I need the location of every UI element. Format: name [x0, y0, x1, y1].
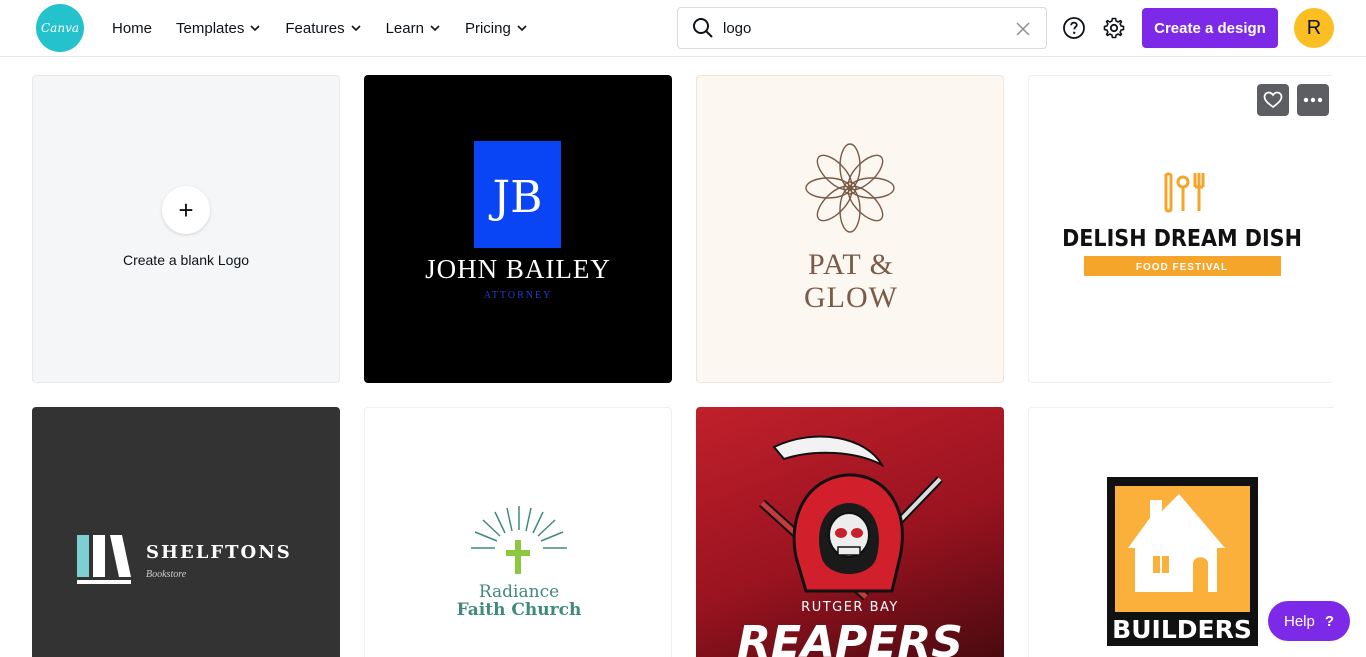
- help-button[interactable]: Help ?: [1268, 601, 1350, 641]
- search-bar: [677, 7, 1047, 49]
- john-bailey-title: JOHN BAILEY: [425, 254, 611, 284]
- help-question-icon: ?: [1324, 612, 1335, 630]
- shelftons-title: SHELFTONS: [146, 542, 292, 563]
- create-blank-logo-card[interactable]: + Create a blank Logo: [32, 75, 340, 383]
- pat-glow-line2: GLOW: [804, 281, 898, 314]
- help-label: Help: [1283, 612, 1315, 630]
- chevron-down-icon: [250, 25, 260, 32]
- avatar[interactable]: R: [1294, 8, 1334, 48]
- monogram-text: JB: [489, 172, 543, 223]
- lotus-mandala-icon: [805, 143, 895, 233]
- shelftons-artwork: SHELFTONS Bookstore: [77, 535, 292, 584]
- template-card-rutger-bay[interactable]: RUTGER BAY REAPERS: [696, 407, 1004, 657]
- delish-subtitle: FOOD FESTIVAL: [1136, 262, 1228, 273]
- cross-icon: [506, 540, 530, 574]
- nav-pricing[interactable]: Pricing: [465, 20, 528, 37]
- chevron-down-icon: [430, 25, 440, 32]
- radiance-line2: Faith Church: [457, 600, 582, 620]
- heart-icon: [1263, 91, 1283, 109]
- template-card-delish-dream-dish[interactable]: DELISH DREAM DISH FOOD FESTIVAL: [1028, 75, 1334, 383]
- nav-home[interactable]: Home: [112, 20, 152, 37]
- nav-templates[interactable]: Templates: [176, 20, 261, 37]
- shelftons-subtitle: Bookstore: [146, 569, 187, 580]
- reaper-mascot-icon: [758, 435, 943, 601]
- john-bailey-artwork: JB JOHN BAILEY ATTORNEY: [425, 141, 611, 301]
- more-icon: [1303, 97, 1323, 103]
- delish-title: DELISH DREAM DISH: [1062, 226, 1302, 252]
- top-header: Canva Home Templates Features Learn Pric…: [0, 0, 1366, 57]
- reapers-line1: RUTGER BAY: [801, 600, 899, 615]
- blank-card-label: Create a blank Logo: [122, 252, 250, 268]
- create-design-button[interactable]: Create a design: [1142, 8, 1278, 48]
- close-icon[interactable]: [1014, 20, 1032, 38]
- main-nav: Home Templates Features Learn Pricing: [112, 0, 552, 56]
- chevron-down-icon: [351, 25, 361, 32]
- plus-icon: +: [162, 186, 210, 234]
- reapers-artwork: RUTGER BAY REAPERS: [737, 435, 963, 657]
- template-card-shelftons[interactable]: SHELFTONS Bookstore: [32, 407, 340, 657]
- search-icon[interactable]: [692, 17, 714, 39]
- favorite-button[interactable]: [1257, 84, 1289, 116]
- radiance-line1: Radiance: [479, 582, 559, 602]
- pat-glow-artwork: PAT & GLOW: [804, 143, 898, 314]
- reapers-line2: REAPERS: [737, 617, 963, 657]
- books-icon: [77, 535, 131, 584]
- nav-learn[interactable]: Learn: [386, 20, 441, 37]
- search-input[interactable]: [723, 19, 993, 37]
- radiance-artwork: Radiance Faith Church: [457, 506, 582, 620]
- gear-icon[interactable]: [1102, 16, 1126, 40]
- question-circle-icon[interactable]: [1062, 16, 1086, 40]
- chevron-down-icon: [517, 25, 527, 32]
- more-options-button[interactable]: [1297, 84, 1329, 116]
- template-card-pat-glow[interactable]: PAT & GLOW: [696, 75, 1004, 383]
- cutlery-icon: [1164, 172, 1205, 213]
- canva-logo[interactable]: Canva: [36, 4, 84, 52]
- pat-glow-line1: PAT &: [808, 248, 894, 281]
- john-bailey-subtitle: ATTORNEY: [484, 290, 553, 301]
- nav-features[interactable]: Features: [285, 20, 361, 37]
- builders-title: BUILDERS: [1112, 615, 1252, 644]
- template-card-john-bailey[interactable]: JB JOHN BAILEY ATTORNEY: [364, 75, 672, 383]
- template-card-radiance[interactable]: Radiance Faith Church: [364, 407, 672, 657]
- delish-artwork: DELISH DREAM DISH FOOD FESTIVAL: [1062, 172, 1302, 276]
